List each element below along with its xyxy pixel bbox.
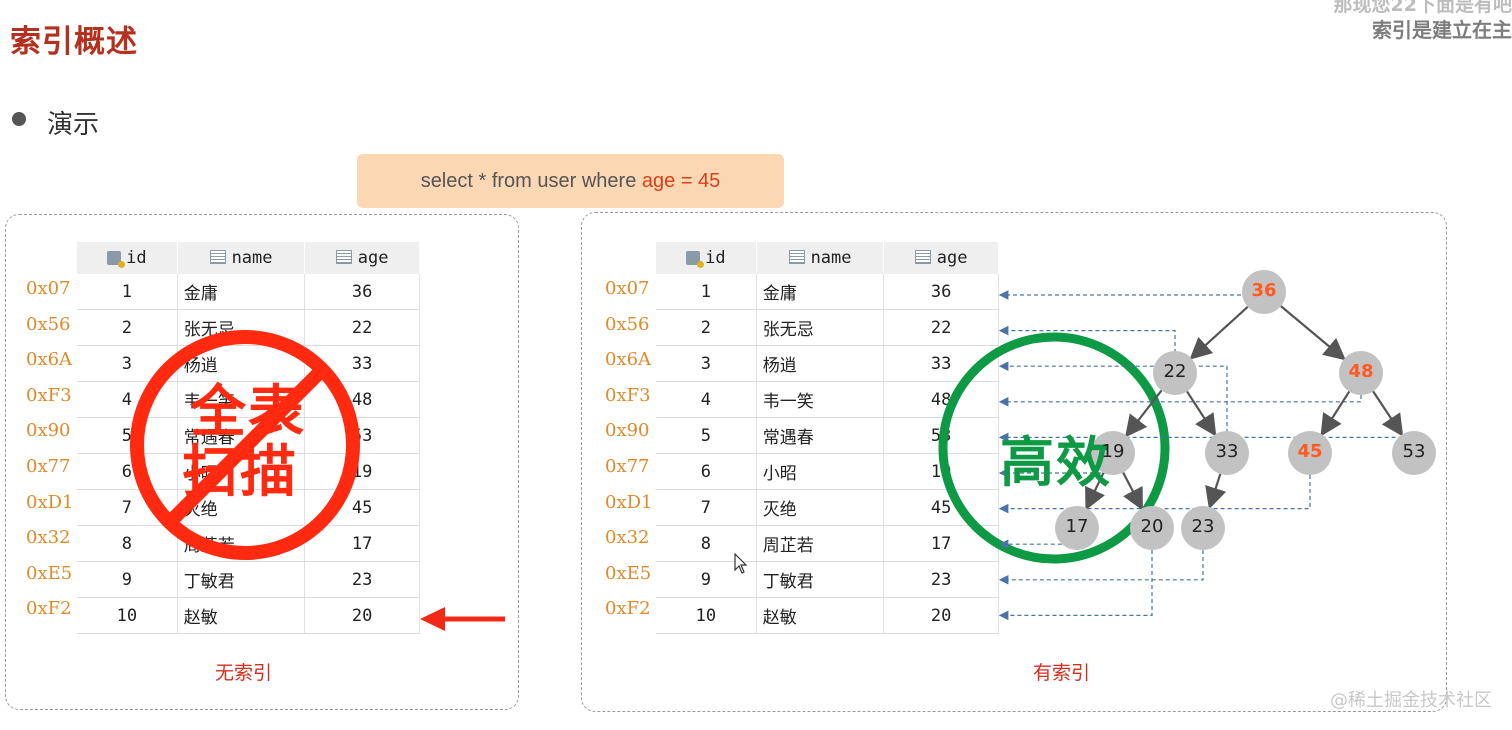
red-arrow-icon [420, 607, 505, 631]
row-pointer [998, 290, 1265, 314]
btree-node-label: 53 [1402, 441, 1426, 462]
btree-node-label: 22 [1163, 361, 1187, 382]
no-index-caption: 无索引 [215, 662, 273, 684]
btree-edge [1186, 390, 1217, 437]
btree-node-label: 19 [1101, 441, 1125, 462]
watermark: @稀土掘金技术社区 [1330, 690, 1492, 711]
btree-edge [1189, 305, 1249, 360]
btree-node-label: 45 [1297, 441, 1323, 462]
btree-edge [1122, 472, 1143, 511]
btree-edge [1280, 305, 1346, 361]
btree-node-label: 48 [1348, 361, 1374, 382]
btree-node-label: 33 [1215, 441, 1239, 462]
btree-edges [1085, 305, 1404, 511]
with-index-caption: 有索引 [1033, 662, 1091, 684]
btree-node-label: 23 [1191, 516, 1215, 537]
row-pointer [998, 395, 1362, 407]
btree-edge [1320, 390, 1351, 437]
mouse-cursor-icon [734, 553, 748, 574]
btree-node-label: 36 [1251, 280, 1277, 301]
btree-edge [1372, 390, 1404, 437]
diagram-overlay [130, 270, 1436, 631]
full-scan-label-line2: 扫描 [182, 440, 298, 505]
full-scan-label-line1: 全表 [190, 380, 306, 445]
btree-node-label: 20 [1140, 516, 1164, 537]
btree-edge [1205, 473, 1227, 510]
btree-node-label: 17 [1065, 516, 1089, 537]
